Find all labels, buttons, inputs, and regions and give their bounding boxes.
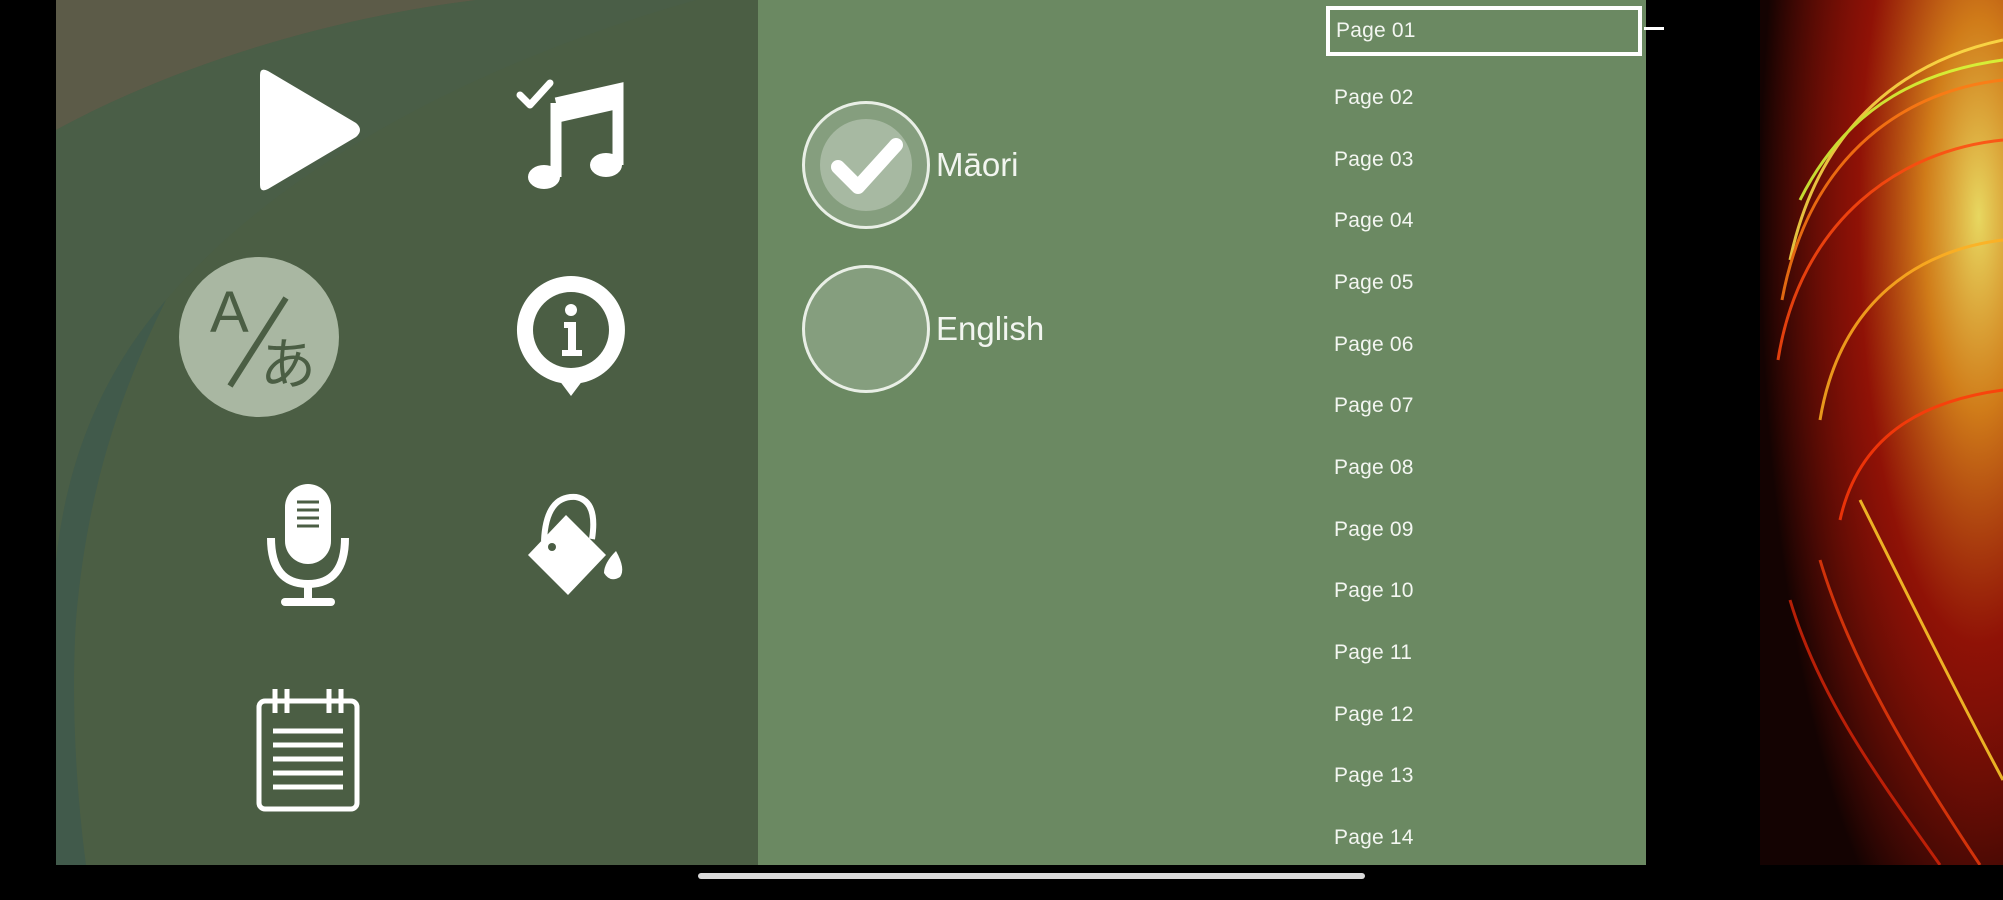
language-option-english[interactable]: English [802,262,1044,396]
page-item[interactable]: Page 03 [1326,129,1642,191]
info-button[interactable] [486,252,656,422]
microphone-button[interactable] [223,460,393,630]
page-item[interactable]: Page 10 [1326,561,1642,623]
language-translate-icon: A あ [179,257,339,417]
light-streaks-image [1760,0,2003,865]
language-option-maori[interactable]: Māori [802,98,1019,232]
checkmark-icon [820,119,912,211]
svg-text:A: A [210,280,249,345]
language-label-maori: Māori [936,146,1019,183]
page-item[interactable]: Page 11 [1326,622,1642,684]
page-list: Page 01 Page 02 Page 03 Page 04 Page 05 … [1326,6,1642,865]
home-indicator[interactable] [698,873,1365,879]
page-item[interactable]: Page 05 [1326,252,1642,314]
page-item[interactable]: Page 12 [1326,684,1642,746]
notepad-button[interactable] [223,665,393,835]
music-button[interactable] [486,45,656,215]
page-item[interactable]: Page 07 [1326,375,1642,437]
play-button[interactable] [223,45,393,215]
paint-bucket-icon [528,493,623,595]
language-button[interactable]: A あ [174,252,344,422]
page-item[interactable]: Page 13 [1326,746,1642,808]
page-item[interactable]: Page 08 [1326,437,1642,499]
page-item[interactable]: Page 14 [1326,807,1642,865]
info-icon [516,276,625,396]
svg-text:あ: あ [260,333,316,398]
app-window: A あ Māori English Page 01 Page 02 Page 0… [56,0,1646,865]
page-item-selected[interactable]: Page 01 [1326,6,1642,56]
page-item[interactable]: Page 04 [1326,190,1642,252]
microphone-icon [267,484,349,606]
play-icon [260,69,360,191]
language-label-english: English [936,310,1045,347]
menu-panel: A あ [56,0,758,865]
page-preview-image [1760,0,2003,865]
page-item[interactable]: Page 09 [1326,499,1642,561]
language-panel: Māori English Page 01 Page 02 Page 03 Pa… [758,0,1646,865]
notepad-icon [256,689,360,812]
page-item[interactable]: Page 02 [1326,67,1642,129]
paint-bucket-button[interactable] [486,460,656,630]
page-item[interactable]: Page 06 [1326,314,1642,376]
selection-pointer [1644,27,1664,30]
language-radio-maori[interactable] [802,101,930,229]
language-radio-english[interactable] [802,265,930,393]
music-note-check-icon [516,79,624,189]
